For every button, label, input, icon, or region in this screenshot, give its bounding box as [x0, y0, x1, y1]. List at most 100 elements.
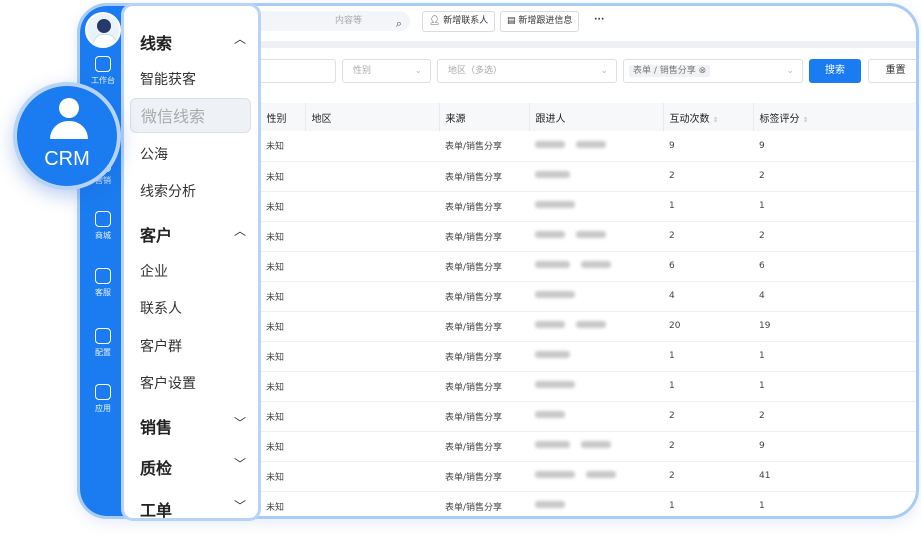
menu-item[interactable]: 客户群 — [140, 336, 182, 356]
blurred-followup — [535, 261, 570, 268]
table-row[interactable]: 未知 表单/销售分享 2 2 — [200, 221, 916, 252]
add-contact-button[interactable]: 👤︎ 新增联系人 — [422, 11, 496, 32]
region-cell — [305, 161, 439, 192]
source-select[interactable]: 表单 / 销售分享 ⊗ ⌄ — [623, 59, 803, 83]
search-button[interactable]: 搜索 — [809, 59, 861, 83]
menu-item[interactable]: 微信线索 — [130, 98, 251, 133]
col-score[interactable]: 标签评分 ⇕ — [753, 103, 916, 131]
table-row[interactable]: 未知 表单/销售分享 2 41 — [200, 461, 916, 492]
table-row[interactable]: 未知 表单/销售分享 2 2 — [200, 161, 916, 192]
blurred-followup — [535, 351, 570, 358]
chevron-up-icon[interactable]: ︿ — [234, 30, 246, 47]
col-source: 来源 — [439, 103, 530, 131]
table-row[interactable]: 未知 表单/销售分享 1 1 — [200, 191, 916, 222]
interactions-cell: 20 — [663, 311, 753, 342]
region-cell — [305, 281, 439, 312]
menu-section-0[interactable]: 线索 ︿ — [140, 30, 246, 54]
score-cell: 9 — [753, 431, 916, 462]
interactions-cell: 2 — [663, 461, 753, 492]
followup-cell — [529, 131, 663, 162]
menu-item[interactable]: 智能获客 — [140, 69, 196, 89]
followup-cell — [529, 221, 663, 252]
table-row[interactable]: 未知 表单/销售分享 1 1 — [200, 491, 916, 516]
menu-item[interactable]: 企业 — [140, 261, 168, 281]
menu-section-title: 销售 — [140, 418, 173, 437]
table-row[interactable]: 未知 表单/销售分享 20 19 — [200, 311, 916, 342]
menu-item[interactable]: 客户设置 — [140, 373, 196, 393]
gender-cell: 未知 — [260, 191, 305, 222]
sidebar-item-label: 配置 — [95, 348, 111, 357]
followup-cell — [529, 371, 663, 402]
menu-item[interactable]: 联系人 — [140, 298, 182, 318]
chevron-down-icon[interactable]: ﹀ — [234, 497, 246, 514]
add-followup-button[interactable]: ▤ 新增跟进信息 — [500, 11, 580, 32]
sidebar: 工作台 营销 商城 客服 配置 应用 — [80, 6, 126, 516]
blurred-followup — [575, 321, 606, 328]
table-row[interactable]: 未知 表单/销售分享 2 2 — [200, 401, 916, 432]
gender-placeholder: 性别 — [353, 66, 372, 76]
avatar[interactable] — [85, 12, 121, 48]
blurred-followup — [535, 291, 575, 298]
gender-cell: 未知 — [260, 341, 305, 372]
region-cell — [305, 251, 439, 282]
interactions-cell: 2 — [663, 401, 753, 432]
interactions-cell: 6 — [663, 251, 753, 282]
table-row[interactable]: 未知 表单/销售分享 6 6 — [200, 251, 916, 282]
menu-section-4[interactable]: 工单 ﹀ — [140, 497, 246, 521]
table-header: 昵称 性别 地区 来源 跟进人 互动次数 ⇕ 标签评分 ⇕ — [200, 103, 916, 131]
col-followup: 跟进人 — [529, 103, 664, 131]
table-row[interactable]: 未知 表单/销售分享 2 9 — [200, 431, 916, 462]
sidebar-item-4[interactable]: 配置 — [80, 328, 126, 358]
gender-select[interactable]: 性别 ⌄ — [342, 59, 431, 83]
menu-item[interactable]: 公海 — [140, 144, 168, 164]
followup-cell — [529, 281, 663, 312]
col-score-label: 标签评分 — [759, 113, 800, 125]
gender-cell: 未知 — [260, 281, 305, 312]
crm-badge: CRM — [13, 82, 121, 190]
score-cell: 2 — [753, 221, 916, 252]
sort-icon[interactable]: ⇕ — [803, 116, 809, 124]
followup-cell — [529, 461, 663, 492]
interactions-cell: 2 — [663, 431, 753, 462]
region-cell — [305, 401, 439, 432]
followup-cell — [529, 251, 663, 282]
leads-table: 昵称 性别 地区 来源 跟进人 互动次数 ⇕ 标签评分 ⇕ 未知 表单/销售分享… — [200, 103, 916, 516]
region-placeholder: 地区（多选） — [448, 66, 503, 76]
menu-section-3[interactable]: 质检 ﹀ — [140, 455, 246, 479]
menu-section-2[interactable]: 销售 ﹀ — [140, 414, 246, 438]
table-row[interactable]: 未知 表单/销售分享 1 1 — [200, 371, 916, 402]
menu-section-title: 客户 — [140, 226, 173, 245]
search-icon[interactable]: ⌕ — [396, 14, 402, 34]
col-interactions[interactable]: 互动次数 ⇕ — [663, 103, 754, 131]
sidebar-item-label: 工作台 — [91, 76, 115, 85]
close-icon[interactable]: ⊗ — [699, 66, 707, 76]
gender-cell: 未知 — [260, 311, 305, 342]
table-row[interactable]: 未知 表单/销售分享 9 9 — [200, 131, 916, 162]
region-cell — [305, 191, 439, 222]
interactions-cell: 4 — [663, 281, 753, 312]
sidebar-item-2[interactable]: 商城 — [80, 211, 126, 241]
chevron-down-icon: ⌄ — [786, 66, 794, 76]
sort-icon[interactable]: ⇕ — [713, 116, 719, 124]
blurred-followup — [535, 471, 575, 478]
sidebar-item-5[interactable]: 应用 — [80, 384, 126, 414]
table-row[interactable]: 未知 表单/销售分享 4 4 — [200, 281, 916, 312]
region-select[interactable]: 地区（多选） ⌄ — [437, 59, 617, 83]
region-cell — [305, 311, 439, 342]
table-row[interactable]: 未知 表单/销售分享 1 1 — [200, 341, 916, 372]
menu-item[interactable]: 线索分析 — [140, 181, 196, 201]
gender-cell: 未知 — [260, 461, 305, 492]
chevron-up-icon[interactable]: ︿ — [234, 222, 246, 239]
menu-section-1[interactable]: 客户 ︿ — [140, 222, 246, 246]
followup-cell — [529, 491, 663, 516]
gender-cell: 未知 — [260, 131, 305, 162]
more-button[interactable]: ··· — [588, 11, 611, 32]
sidebar-item-3[interactable]: 客服 — [80, 268, 126, 298]
source-cell: 表单/销售分享 — [439, 251, 529, 282]
phone-chat-icon — [95, 268, 111, 284]
sidebar-item-0[interactable]: 工作台 — [80, 56, 126, 86]
score-cell: 1 — [753, 491, 916, 516]
chevron-down-icon[interactable]: ﹀ — [234, 455, 246, 472]
chevron-down-icon[interactable]: ﹀ — [234, 414, 246, 431]
reset-button[interactable]: 重置 — [868, 59, 916, 83]
